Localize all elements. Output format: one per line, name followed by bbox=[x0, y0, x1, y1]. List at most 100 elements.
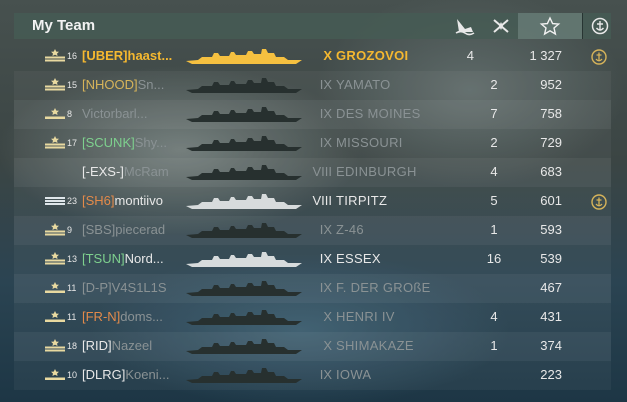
ship-silhouette bbox=[184, 306, 304, 328]
player-row[interactable]: 16 [UBER]haast... X GROZOVOI 4 1 327 bbox=[14, 42, 611, 71]
player-nickname: V4S1L1S bbox=[111, 280, 167, 295]
planes-count: 16 bbox=[486, 251, 502, 266]
player-row[interactable]: 9 [SBS]piecerad IX Z-46 1 593 bbox=[14, 216, 611, 245]
player-row[interactable]: 18 [RID]Nazeel X SHIMAKAZE 1 374 bbox=[14, 332, 611, 361]
score-value: 1 327 bbox=[529, 48, 562, 63]
clan-tag[interactable]: [D-P] bbox=[82, 280, 112, 295]
player-level: 18 bbox=[67, 341, 78, 351]
planes-count: 2 bbox=[490, 77, 498, 92]
badge-slot bbox=[590, 309, 608, 327]
ship-name: ESSEX bbox=[336, 251, 381, 266]
team-scoreboard: My Team 16 [UBER]haast... X GROZOVOI 4 1… bbox=[14, 13, 611, 391]
badge-slot bbox=[590, 77, 608, 95]
player-row[interactable]: 11 [D-P]V4S1L1S IX F. DER GROßE 467 bbox=[14, 274, 611, 303]
ship-silhouette bbox=[184, 45, 304, 67]
clan-tag[interactable]: [SBS] bbox=[82, 222, 115, 237]
player-row[interactable]: 23 [SH6]montiivo VIII TIRPITZ 5 601 bbox=[14, 187, 611, 216]
player-name[interactable]: [D-P]V4S1L1S bbox=[82, 280, 186, 295]
ship-sunk-icon[interactable] bbox=[454, 16, 476, 36]
badge-slot bbox=[590, 280, 608, 298]
ship-silhouette bbox=[184, 248, 304, 270]
score-value: 467 bbox=[540, 280, 562, 295]
ship-tier: IX bbox=[319, 106, 332, 121]
rank-two-stripes-star-icon bbox=[44, 77, 66, 91]
score-value: 374 bbox=[540, 338, 562, 353]
rank-two-stripes-star-icon bbox=[44, 135, 66, 149]
ship-name: SHIMAKAZE bbox=[336, 338, 414, 353]
planes-count: 4 bbox=[490, 164, 498, 179]
player-nickname: Nazeel bbox=[111, 338, 153, 353]
achievement-badge-icon[interactable] bbox=[589, 16, 611, 36]
score-column-header[interactable] bbox=[518, 13, 582, 39]
clan-tag[interactable]: [SH6] bbox=[82, 193, 115, 208]
player-row[interactable]: 17 [SCUNK]Shy... IX MISSOURI 2 729 bbox=[14, 129, 611, 158]
player-name[interactable]: [RID]Nazeel bbox=[82, 338, 186, 353]
ship-tier: X bbox=[323, 309, 332, 324]
player-row[interactable]: 15 [NHOOD]Sn... IX YAMATO 2 952 bbox=[14, 71, 611, 100]
player-name[interactable]: [UBER]haast... bbox=[82, 48, 186, 63]
player-level: 11 bbox=[67, 283, 77, 293]
kills-count: 4 bbox=[466, 48, 474, 63]
rank-icon bbox=[44, 164, 66, 178]
player-name[interactable]: [SBS]piecerad bbox=[82, 222, 186, 237]
achievement-badge-icon bbox=[590, 193, 608, 211]
achievement-badge-icon bbox=[590, 48, 608, 66]
ship-tier: IX bbox=[319, 367, 332, 382]
badge-slot bbox=[590, 164, 608, 182]
player-row[interactable]: 11 [FR-N]doms... X HENRI IV 4 431 bbox=[14, 303, 611, 332]
player-nickname: Shy... bbox=[134, 135, 168, 150]
player-name[interactable]: [SCUNK]Shy... bbox=[82, 135, 186, 150]
player-nickname: haast... bbox=[127, 48, 173, 63]
player-row[interactable]: 10 [DLRG]Koeni... IX IOWA 223 bbox=[14, 361, 611, 390]
player-name[interactable]: Victorbarl... bbox=[82, 106, 186, 121]
player-row[interactable]: [-EXS-]McRam VIII EDINBURGH 4 683 bbox=[14, 158, 611, 187]
planes-count: 7 bbox=[490, 106, 498, 121]
clan-tag[interactable]: [FR-N] bbox=[82, 309, 120, 324]
score-value: 593 bbox=[540, 222, 562, 237]
clan-tag[interactable]: [UBER] bbox=[82, 48, 128, 63]
planes-count: 5 bbox=[490, 193, 498, 208]
rank-one-stripe-icon bbox=[44, 280, 66, 294]
clan-tag[interactable]: [DLRG] bbox=[82, 367, 125, 382]
clan-tag[interactable]: [RID] bbox=[82, 338, 112, 353]
ship-silhouette bbox=[184, 103, 304, 125]
clan-tag[interactable]: [SCUNK] bbox=[82, 135, 135, 150]
player-row[interactable]: 13 [TSUN]Nord... IX ESSEX 16 539 bbox=[14, 245, 611, 274]
rank-one-stripe-icon bbox=[44, 309, 66, 323]
player-row[interactable]: 8 Victorbarl... IX DES MOINES 7 758 bbox=[14, 100, 611, 129]
ship-name: F. DER GROßE bbox=[336, 280, 431, 295]
ship-name: MISSOURI bbox=[336, 135, 403, 150]
player-level: 23 bbox=[67, 196, 78, 206]
player-nickname: Sn... bbox=[137, 77, 165, 92]
player-name[interactable]: [FR-N]doms... bbox=[82, 309, 186, 324]
badge-slot bbox=[590, 251, 608, 269]
clan-tag[interactable]: [-EXS-] bbox=[82, 164, 124, 179]
clan-tag[interactable]: [TSUN] bbox=[82, 251, 125, 266]
score-value: 539 bbox=[540, 251, 562, 266]
player-level: 10 bbox=[67, 370, 78, 380]
rank-two-stripes-star-icon bbox=[44, 338, 66, 352]
badge-slot bbox=[590, 367, 608, 385]
badge-slot bbox=[590, 135, 608, 153]
ship-silhouette bbox=[184, 277, 304, 299]
player-nickname: piecerad bbox=[115, 222, 166, 237]
player-name[interactable]: [TSUN]Nord... bbox=[82, 251, 186, 266]
player-name[interactable]: [SH6]montiivo bbox=[82, 193, 186, 208]
ship-tier: IX bbox=[319, 222, 332, 237]
player-list: 16 [UBER]haast... X GROZOVOI 4 1 327 15 … bbox=[14, 42, 611, 390]
ship-tier: VIII bbox=[312, 193, 332, 208]
rank-two-stripes-star-icon bbox=[44, 251, 66, 265]
badge-slot bbox=[590, 106, 608, 124]
clan-tag[interactable]: [NHOOD] bbox=[82, 77, 138, 92]
ship-tier: VIII bbox=[312, 164, 332, 179]
player-level: 13 bbox=[67, 254, 78, 264]
ship-silhouette bbox=[184, 74, 304, 96]
player-name[interactable]: [DLRG]Koeni... bbox=[82, 367, 186, 382]
player-name[interactable]: [-EXS-]McRam bbox=[82, 164, 186, 179]
player-name[interactable]: [NHOOD]Sn... bbox=[82, 77, 186, 92]
ship-name: TIRPITZ bbox=[336, 193, 388, 208]
player-nickname: McRam bbox=[123, 164, 169, 179]
player-level: 16 bbox=[67, 51, 78, 61]
planes-count: 1 bbox=[490, 222, 498, 237]
planes-destroyed-icon[interactable] bbox=[490, 16, 512, 36]
